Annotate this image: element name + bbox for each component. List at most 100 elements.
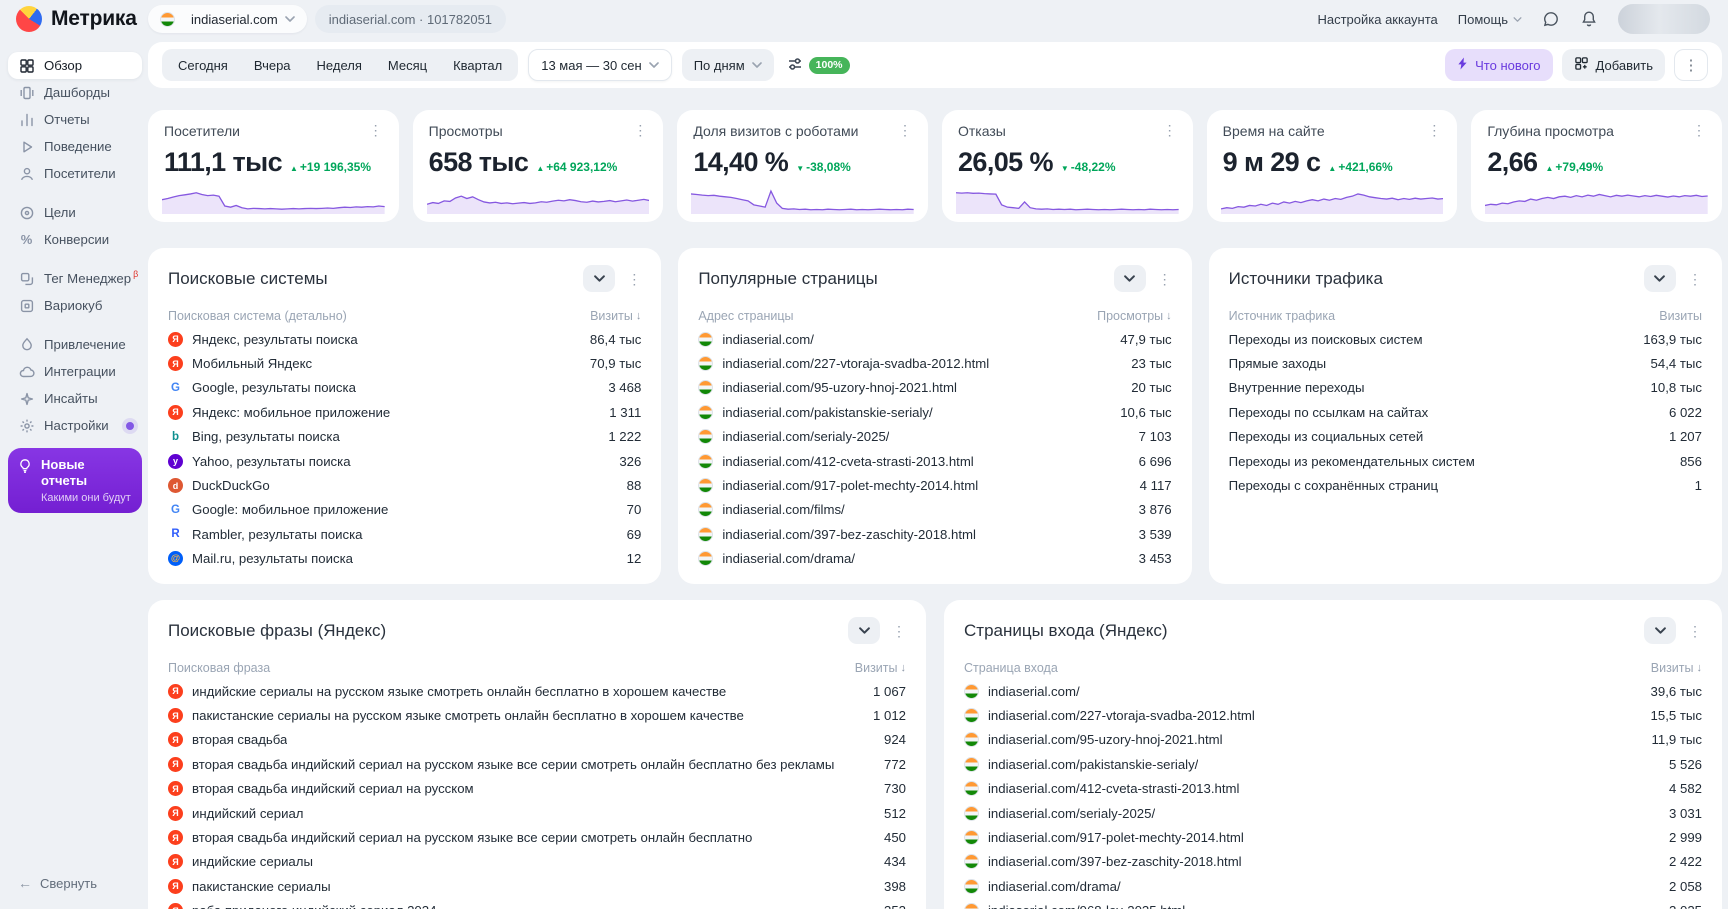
table-row[interactable]: indiaserial.com/pakistanskie-serialy/ 10… bbox=[698, 400, 1171, 424]
table-row[interactable]: indiaserial.com/serialy-2025/ 3 031 bbox=[964, 801, 1702, 825]
card-menu-button[interactable]: ⋮ bbox=[1692, 123, 1706, 137]
table-row[interactable]: indiaserial.com/ 39,6 тыс bbox=[964, 679, 1702, 703]
column-header-dimension[interactable]: Страница входа bbox=[964, 661, 1058, 675]
collapse-widget-button[interactable] bbox=[1644, 265, 1676, 292]
account-settings-link[interactable]: Настройка аккаунта bbox=[1317, 12, 1437, 27]
column-header-dimension[interactable]: Поисковая система (детально) bbox=[168, 309, 347, 323]
period-tab[interactable]: Квартал bbox=[440, 52, 515, 78]
table-row[interactable]: Я Мобильный Яндекс 70,9 тыс bbox=[168, 351, 641, 375]
table-row[interactable]: Переходы с сохранённых страниц 1 bbox=[1229, 473, 1702, 497]
card-menu-button[interactable]: ⋮ bbox=[633, 123, 647, 137]
table-row[interactable]: Я индийский сериал 512 bbox=[168, 801, 906, 825]
sidebar-item-insights[interactable]: Инсайты bbox=[8, 385, 142, 412]
help-menu[interactable]: Помощь bbox=[1458, 12, 1522, 27]
sidebar-item-visitors[interactable]: Посетители bbox=[8, 160, 142, 187]
table-row[interactable]: indiaserial.com/917-polet-mechty-2014.ht… bbox=[964, 825, 1702, 849]
table-row[interactable]: indiaserial.com/films/ 3 876 bbox=[698, 498, 1171, 522]
table-row[interactable]: Я раба приданого индийский сериал 2024 3… bbox=[168, 899, 906, 909]
widget-menu-button[interactable]: ⋮ bbox=[1688, 624, 1702, 638]
bell-icon[interactable] bbox=[1580, 10, 1598, 28]
table-row[interactable]: indiaserial.com/968-lev-2025.html 2 025 bbox=[964, 899, 1702, 909]
sidebar-item-goals[interactable]: Цели bbox=[8, 199, 142, 226]
column-header-metric[interactable]: Просмотры↓ bbox=[1097, 309, 1172, 323]
column-header-dimension[interactable]: Адрес страницы bbox=[698, 309, 793, 323]
table-row[interactable]: Я вторая свадьба индийский сериал на рус… bbox=[168, 752, 906, 776]
sidebar-item-behavior[interactable]: Поведение bbox=[8, 133, 142, 160]
sidebar-item-integrations[interactable]: Интеграции bbox=[8, 358, 142, 385]
sidebar-item-conversions[interactable]: %Конверсии bbox=[8, 226, 142, 253]
table-row[interactable]: Переходы из поисковых систем 163,9 тыс bbox=[1229, 327, 1702, 351]
table-row[interactable]: indiaserial.com/pakistanskie-serialy/ 5 … bbox=[964, 752, 1702, 776]
table-row[interactable]: Я индийские сериалы на русском языке смо… bbox=[168, 679, 906, 703]
period-tab[interactable]: Неделя bbox=[304, 52, 375, 78]
collapse-sidebar-button[interactable]: ← Свернуть bbox=[8, 869, 142, 897]
table-row[interactable]: indiaserial.com/serialy-2025/ 7 103 bbox=[698, 425, 1171, 449]
new-reports-promo-banner[interactable]: Новые отчеты Какими они будут bbox=[8, 448, 142, 513]
chat-icon[interactable] bbox=[1542, 10, 1560, 28]
table-row[interactable]: indiaserial.com/412-cveta-strasti-2013.h… bbox=[964, 777, 1702, 801]
table-row[interactable]: Я индийские сериалы 434 bbox=[168, 850, 906, 874]
period-tab[interactable]: Вчера bbox=[241, 52, 304, 78]
table-row[interactable]: indiaserial.com/95-uzory-hnoj-2021.html … bbox=[698, 376, 1171, 400]
collapse-widget-button[interactable] bbox=[848, 617, 880, 644]
column-header-metric[interactable]: Визиты↓ bbox=[1651, 661, 1702, 675]
card-menu-button[interactable]: ⋮ bbox=[898, 123, 912, 137]
table-row[interactable]: Я вторая свадьба индийский сериал на рус… bbox=[168, 777, 906, 801]
table-row[interactable]: Я вторая свадьба индийский сериал на рус… bbox=[168, 825, 906, 849]
table-row[interactable]: indiaserial.com/412-cveta-strasti-2013.h… bbox=[698, 449, 1171, 473]
table-row[interactable]: Переходы по ссылкам на сайтах 6 022 bbox=[1229, 400, 1702, 424]
table-row[interactable]: Я пакистанские сериалы 398 bbox=[168, 874, 906, 898]
table-row[interactable]: indiaserial.com/227-vtoraja-svadba-2012.… bbox=[964, 703, 1702, 727]
sidebar-item-dashboards[interactable]: Дашборды bbox=[8, 79, 142, 106]
sampling-control[interactable]: 100% bbox=[787, 56, 850, 75]
table-row[interactable]: Я пакистанские сериалы на русском языке … bbox=[168, 703, 906, 727]
period-tab[interactable]: Месяц bbox=[375, 52, 440, 78]
whats-new-button[interactable]: Что нового bbox=[1445, 49, 1552, 81]
table-row[interactable]: indiaserial.com/917-polet-mechty-2014.ht… bbox=[698, 473, 1171, 497]
table-row[interactable]: indiaserial.com/drama/ 2 058 bbox=[964, 874, 1702, 898]
granularity-select[interactable]: По дням bbox=[682, 49, 774, 81]
sidebar-item-attraction[interactable]: Привлечение bbox=[8, 331, 142, 358]
widget-menu-button[interactable]: ⋮ bbox=[892, 624, 906, 638]
table-row[interactable]: Прямые заходы 54,4 тыс bbox=[1229, 351, 1702, 375]
table-row[interactable]: Внутренние переходы 10,8 тыс bbox=[1229, 376, 1702, 400]
sidebar-item-settings[interactable]: Настройки bbox=[8, 412, 142, 439]
collapse-widget-button[interactable] bbox=[1114, 265, 1146, 292]
sidebar-item-tag-manager[interactable]: Тег Менеджерβ bbox=[8, 265, 142, 292]
table-row[interactable]: @ Mail.ru, результаты поиска 12 bbox=[168, 547, 641, 571]
period-tab[interactable]: Сегодня bbox=[165, 52, 241, 78]
counter-selector[interactable]: indiaserial.com bbox=[148, 5, 307, 33]
table-row[interactable]: indiaserial.com/397-bez-zaschity-2018.ht… bbox=[698, 522, 1171, 546]
table-row[interactable]: indiaserial.com/227-vtoraja-svadba-2012.… bbox=[698, 351, 1171, 375]
card-menu-button[interactable]: ⋮ bbox=[1163, 123, 1177, 137]
card-menu-button[interactable]: ⋮ bbox=[369, 123, 383, 137]
table-row[interactable]: indiaserial.com/ 47,9 тыс bbox=[698, 327, 1171, 351]
date-range-picker[interactable]: 13 мая — 30 сен bbox=[528, 49, 671, 81]
card-menu-button[interactable]: ⋮ bbox=[1427, 123, 1441, 137]
table-row[interactable]: Я вторая свадьба 924 bbox=[168, 728, 906, 752]
sidebar-item-variocube[interactable]: Вариокуб bbox=[8, 292, 142, 319]
add-widget-button[interactable]: Добавить bbox=[1562, 49, 1665, 81]
table-row[interactable]: Я Яндекс: мобильное приложение 1 311 bbox=[168, 400, 641, 424]
table-row[interactable]: Переходы из социальных сетей 1 207 bbox=[1229, 425, 1702, 449]
sidebar-item-overview[interactable]: Обзор bbox=[8, 52, 142, 79]
metrika-logo[interactable]: Метрика bbox=[16, 6, 148, 32]
table-row[interactable]: Я Яндекс, результаты поиска 86,4 тыс bbox=[168, 327, 641, 351]
column-header-metric[interactable]: Визиты↓ bbox=[1659, 309, 1702, 323]
toolbar-menu-button[interactable]: ⋮ bbox=[1674, 49, 1708, 81]
table-row[interactable]: R Rambler, результаты поиска 69 bbox=[168, 522, 641, 546]
table-row[interactable]: b Bing, результаты поиска 1 222 bbox=[168, 425, 641, 449]
column-header-dimension[interactable]: Источник трафика bbox=[1229, 309, 1335, 323]
table-row[interactable]: indiaserial.com/95-uzory-hnoj-2021.html … bbox=[964, 728, 1702, 752]
collapse-widget-button[interactable] bbox=[1644, 617, 1676, 644]
column-header-dimension[interactable]: Поисковая фраза bbox=[168, 661, 270, 675]
widget-menu-button[interactable]: ⋮ bbox=[627, 272, 641, 286]
avatar[interactable] bbox=[1618, 4, 1710, 34]
table-row[interactable]: Переходы из рекомендательных систем 856 bbox=[1229, 449, 1702, 473]
table-row[interactable]: G Google: мобильное приложение 70 bbox=[168, 498, 641, 522]
table-row[interactable]: G Google, результаты поиска 3 468 bbox=[168, 376, 641, 400]
table-row[interactable]: d DuckDuckGo 88 bbox=[168, 473, 641, 497]
widget-menu-button[interactable]: ⋮ bbox=[1158, 272, 1172, 286]
collapse-widget-button[interactable] bbox=[583, 265, 615, 292]
table-row[interactable]: indiaserial.com/397-bez-zaschity-2018.ht… bbox=[964, 850, 1702, 874]
